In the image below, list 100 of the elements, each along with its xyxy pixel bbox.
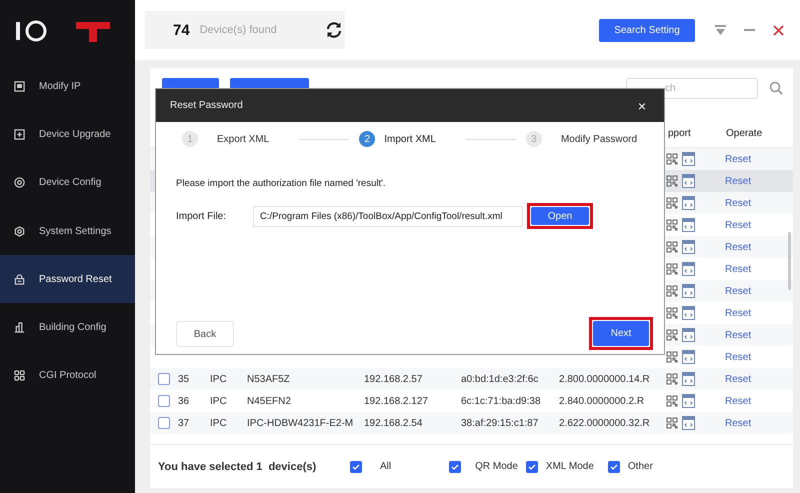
next-button[interactable]: Next [593,321,649,346]
xml-file-icon [682,394,695,408]
qr-code-icon [666,395,678,407]
reset-link[interactable]: Reset [725,418,752,428]
column-header: Operate [726,128,764,139]
open-button[interactable]: Open [531,207,589,225]
step-label: Import XML [384,134,436,144]
xml-file-icon [682,328,695,342]
filter-icon[interactable] [715,25,726,35]
filter-checkbox[interactable] [449,460,462,472]
target-icon [14,177,25,188]
table-cell: 2.622.0000000.32.R [559,418,650,428]
table-cell: a0:bd:1d:e3:2f:6c [461,374,538,384]
reset-link[interactable]: Reset [725,352,752,362]
qr-code-icon [666,175,678,187]
filter-checkbox[interactable] [350,460,362,472]
scrollbar-thumb[interactable] [788,232,791,290]
qr-code-icon [666,285,678,297]
table-cell: N53AF5Z [247,374,290,384]
step-number: 3 [526,131,542,147]
table-cell: 192.168.2.127 [364,396,428,406]
reset-link[interactable]: Reset [725,154,752,164]
back-button[interactable]: Back [176,321,234,347]
reset-link[interactable]: Reset [725,176,752,186]
reset-link[interactable]: Reset [725,396,752,406]
filter-label: All [380,461,392,472]
xml-file-icon [682,262,695,276]
lock-icon [14,274,25,285]
checkmark-icon [451,462,460,470]
column-header: pport [668,128,692,139]
xml-file-icon [682,306,695,320]
row-checkbox[interactable] [158,395,170,407]
reset-link[interactable]: Reset [725,220,752,230]
sidebar-item[interactable]: Device Config [0,158,135,207]
checkmark-icon [610,462,618,470]
sidebar-item[interactable]: Modify IP [0,62,135,110]
step-label: Modify Password [560,134,638,144]
file-path-field[interactable]: C:/Program Files (x86)/ToolBox/App/ConfigTool/result.xml [253,206,523,226]
filter-checkbox[interactable] [608,460,620,472]
grid-icon [14,370,25,382]
ip-chip-icon [14,80,25,92]
table-cell: IPC-HDBW4231F-E2-M [247,418,354,428]
step-label: Export XML [217,134,270,144]
qr-code-icon [666,241,678,253]
xml-file-icon [682,152,695,166]
dialog-close-button[interactable]: × [638,98,646,114]
row-checkbox[interactable] [158,373,170,385]
qr-code-icon [666,219,678,231]
sidebar-item[interactable]: CGI Protocol [0,352,135,400]
reset-link[interactable]: Reset [725,286,752,296]
close-icon[interactable] [773,24,784,36]
table-cell: 35 [178,374,190,384]
sidebar-item[interactable]: Device Upgrade [0,110,135,159]
reset-link[interactable]: Reset [725,242,752,252]
building-icon [14,322,25,334]
search-icon[interactable] [769,81,783,95]
selection-summary: You have selected 1 device(s) [158,460,318,472]
qr-code-icon [666,329,678,341]
reset-link[interactable]: Reset [725,264,752,274]
xml-file-icon [682,240,695,254]
qr-code-icon [666,263,678,275]
xml-file-icon [682,350,695,364]
sidebar-item[interactable]: Password Reset [0,255,135,304]
reset-link[interactable]: Reset [725,330,752,340]
reset-link[interactable]: Reset [725,198,752,208]
table-cell: N45EFN2 [247,396,291,406]
table-cell: IPC [210,418,227,428]
reset-link[interactable]: Reset [725,308,752,318]
plus-square-icon [14,128,25,140]
dialog-title: Reset Password [170,100,243,111]
search-setting-button[interactable]: Search Setting [599,18,695,42]
xml-file-icon [682,196,695,210]
step-number: 2 [359,131,376,147]
qr-code-icon [666,373,678,385]
xml-file-icon [682,416,695,430]
table-cell: 36 [178,396,190,406]
xml-file-icon [682,372,695,386]
table-row[interactable]: 37 IPC IPC-HDBW4231F-E2-M 192.168.2.54 38:af:29:15:c1:87 2.622.0000000.32.R Reset [150,412,793,434]
xml-file-icon [682,284,695,298]
table-cell: IPC [210,396,227,406]
table-row[interactable]: 35 IPC N53AF5Z 192.168.2.57 a0:bd:1d:e3:2f:6c 2.800.0000000.14.R Reset [150,368,793,390]
qr-code-icon [666,153,678,165]
qr-code-icon [666,417,678,429]
instruction-text: Please import the authorization file named 'result'. [176,178,387,189]
table-cell: 192.168.2.54 [364,418,422,428]
checkmark-icon [352,462,360,470]
table-cell: 6c:1c:71:ba:d9:38 [461,396,541,406]
sidebar-item[interactable]: System Settings [0,206,135,256]
sidebar-item[interactable]: Building Config [0,303,135,352]
filter-checkbox[interactable] [526,460,538,472]
settings-icon [14,226,25,237]
filter-label: Other [628,461,653,472]
xml-file-icon [682,174,695,188]
reset-link[interactable]: Reset [725,374,752,384]
row-checkbox[interactable] [158,417,170,429]
device-count: 74 [173,22,190,38]
import-file-label: Import File: [176,210,228,222]
checkmark-icon [528,462,536,470]
qr-code-icon [666,197,678,209]
refresh-icon[interactable] [324,21,343,39]
